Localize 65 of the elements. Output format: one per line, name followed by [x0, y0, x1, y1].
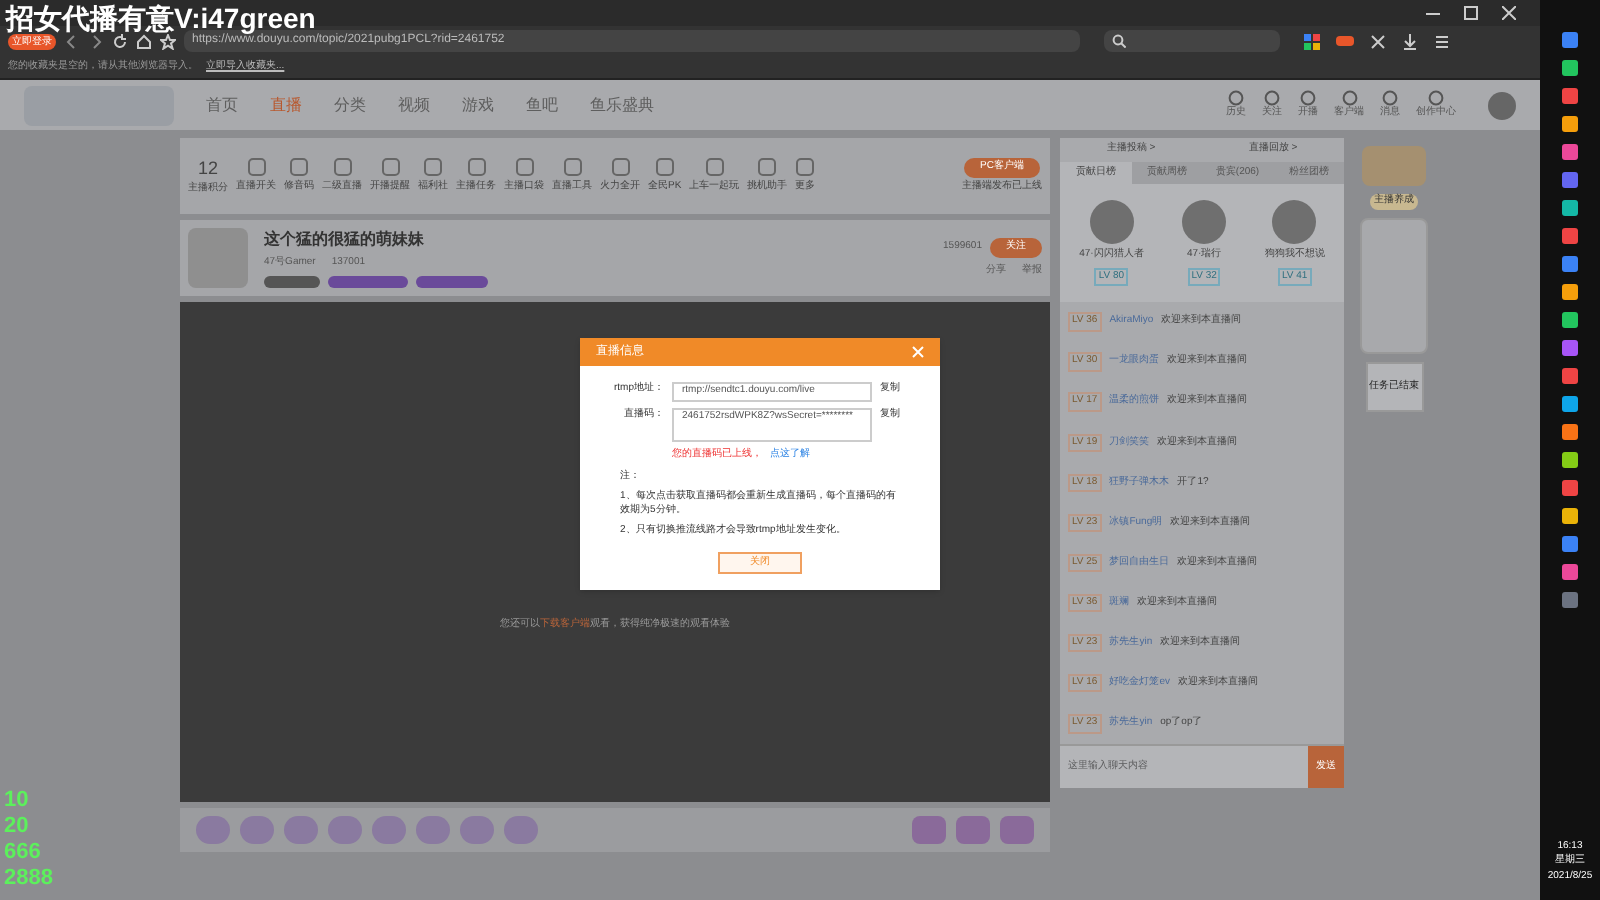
badge-pill [416, 275, 488, 288]
star-icon [160, 33, 176, 49]
gift-icon[interactable] [240, 816, 274, 844]
gift-icon[interactable] [912, 816, 946, 844]
circle-icon [1382, 89, 1398, 106]
nav-link[interactable]: 游戏 [462, 93, 494, 117]
reload-icon [112, 33, 128, 49]
counter-number: 2888 [4, 866, 53, 892]
gift-icon[interactable] [196, 816, 230, 844]
gift-icon[interactable] [1000, 816, 1034, 844]
tool-icon [705, 157, 724, 176]
home-icon [136, 33, 152, 49]
apps-icon [1304, 33, 1320, 49]
circle-icon [1341, 89, 1357, 106]
circle-icon [1264, 89, 1280, 106]
tool-icon [424, 157, 442, 176]
close-icon [912, 346, 924, 358]
nav-link[interactable]: 直播 [270, 93, 302, 117]
score-value: 12 [197, 155, 218, 181]
maximize-icon [1464, 6, 1478, 20]
nav-link[interactable]: 视频 [398, 93, 430, 117]
avatar[interactable] [1488, 92, 1516, 121]
tool-icon [381, 157, 399, 176]
overlay-caption: 招女代播有意V:i47green [6, 2, 316, 34]
badge-pill [264, 275, 320, 288]
promo-card [1360, 217, 1428, 353]
nav-link[interactable]: 分类 [334, 93, 366, 117]
tool-icon [467, 157, 485, 176]
counter-number: 666 [4, 840, 43, 866]
circle-icon [1300, 89, 1316, 106]
tool-icon [563, 157, 581, 176]
badge-pill [328, 275, 408, 288]
download-icon [1402, 33, 1418, 49]
gift-icon[interactable] [372, 816, 406, 844]
gift-icon[interactable] [956, 816, 990, 844]
search-icon [1112, 34, 1126, 48]
tool-icon [247, 157, 265, 176]
search-field[interactable] [1104, 30, 1280, 52]
fan-avatar [1272, 200, 1317, 244]
back-icon [64, 33, 80, 49]
tool-icon [515, 157, 533, 176]
nav-link[interactable]: 首页 [206, 93, 238, 117]
gift-icon[interactable] [328, 816, 362, 844]
room-title: 这个猛的很猛的萌妹妹 [264, 228, 426, 253]
fan-avatar [1089, 200, 1134, 244]
tool-icon [655, 157, 674, 176]
gift-icon[interactable] [460, 816, 494, 844]
nav-link[interactable]: 鱼吧 [526, 93, 558, 117]
event-logo [1362, 146, 1426, 186]
gift-icon[interactable] [504, 816, 538, 844]
forward-icon [88, 33, 104, 49]
menu-icon [1434, 33, 1450, 49]
circle-icon [1428, 89, 1444, 106]
fan-avatar [1182, 200, 1227, 244]
nav-link[interactable]: 鱼乐盛典 [590, 93, 654, 117]
tool-icon [611, 157, 629, 176]
tool-icon [333, 157, 351, 176]
counter-number: 10 [4, 788, 31, 814]
streamer-photo-placeholder [188, 228, 248, 288]
tool-icon [290, 157, 308, 176]
close-icon [1502, 6, 1516, 20]
counter-number: 20 [4, 814, 31, 840]
gift-icon[interactable] [416, 816, 450, 844]
gift-icon[interactable] [284, 816, 318, 844]
circle-icon [1228, 89, 1244, 106]
